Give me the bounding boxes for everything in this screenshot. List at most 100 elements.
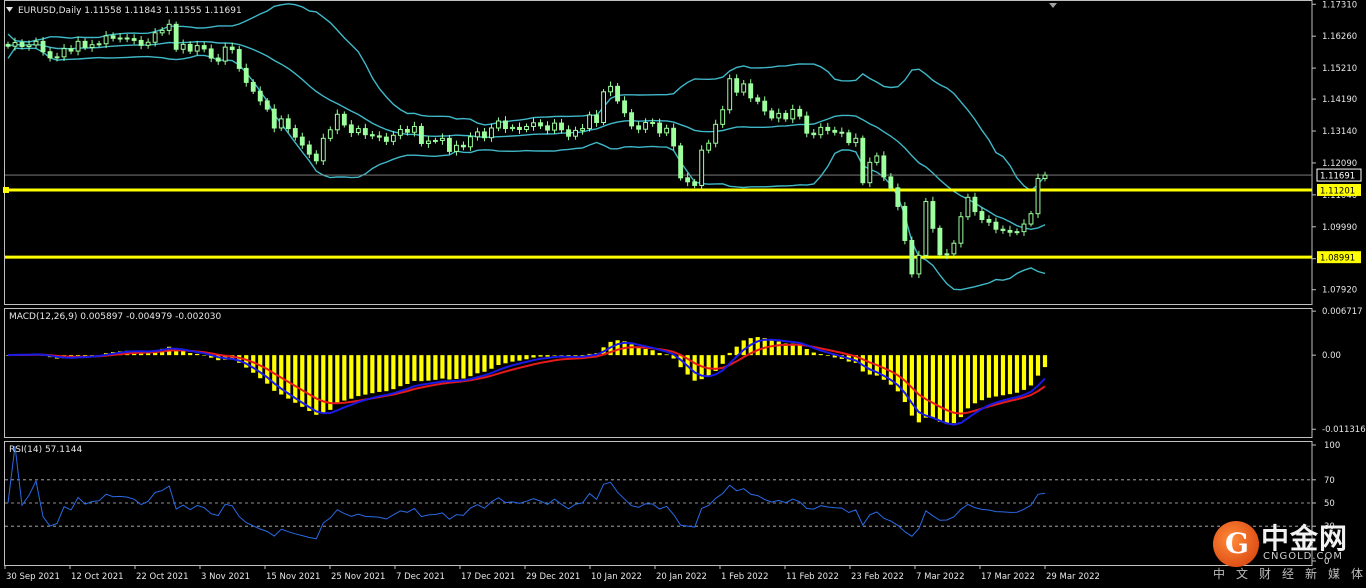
candle-body bbox=[860, 137, 866, 184]
candle bbox=[713, 119, 719, 148]
histogram-bar bbox=[202, 355, 207, 356]
candle bbox=[839, 127, 845, 138]
candle-body bbox=[1042, 174, 1048, 179]
histogram-bar bbox=[1028, 355, 1034, 386]
candle bbox=[306, 140, 312, 159]
candle-body bbox=[881, 155, 887, 178]
candle-body bbox=[825, 126, 831, 131]
bollinger-bands bbox=[7, 3, 1046, 291]
histogram-bar bbox=[356, 355, 361, 397]
candle-body bbox=[110, 35, 116, 39]
histogram-bar bbox=[1042, 355, 1048, 368]
candle-body bbox=[496, 120, 501, 129]
candle bbox=[243, 63, 249, 87]
candle-body bbox=[461, 144, 466, 148]
candle bbox=[75, 36, 81, 56]
candle-body bbox=[454, 144, 459, 152]
candle bbox=[446, 134, 452, 155]
candle-body bbox=[19, 42, 25, 48]
histogram-bar bbox=[475, 355, 480, 374]
candle bbox=[734, 74, 740, 97]
histogram-bar bbox=[328, 355, 333, 410]
candle-body bbox=[895, 187, 901, 207]
histogram-bar bbox=[531, 355, 536, 358]
candle-body bbox=[327, 129, 333, 139]
candle bbox=[320, 133, 326, 165]
candle bbox=[664, 124, 670, 137]
candle-body bbox=[355, 128, 361, 134]
histogram-bar bbox=[545, 355, 550, 357]
candle bbox=[327, 126, 333, 142]
price-tick-label: 1.15210 bbox=[1322, 64, 1357, 74]
candle bbox=[769, 108, 775, 121]
histogram-bar bbox=[867, 355, 872, 375]
histogram-bar bbox=[195, 353, 200, 356]
candle-body bbox=[671, 127, 677, 147]
histogram-bar bbox=[524, 355, 529, 360]
histogram-bar bbox=[454, 355, 459, 379]
candle-body bbox=[348, 124, 354, 134]
candle-body bbox=[243, 67, 249, 83]
candle bbox=[292, 124, 298, 141]
candle-body bbox=[117, 37, 123, 40]
candle-body bbox=[131, 38, 137, 41]
candle-body bbox=[573, 129, 578, 137]
date-tick-label: 3 Nov 2021 bbox=[201, 572, 250, 582]
histogram-bar bbox=[517, 355, 522, 361]
candle-body bbox=[552, 122, 557, 131]
histogram-bar bbox=[321, 355, 326, 414]
candle bbox=[425, 136, 431, 148]
rsi-tick-label: 100 bbox=[1324, 441, 1340, 451]
candle-body bbox=[26, 44, 32, 48]
candle-body bbox=[727, 78, 733, 111]
candle-body bbox=[972, 196, 978, 213]
date-axis: 30 Sep 2021 12 Oct 2021 22 Oct 2021 3 Nov 2… bbox=[4, 565, 1100, 582]
candle-body bbox=[846, 132, 852, 144]
candle bbox=[439, 133, 445, 145]
candle-body bbox=[285, 118, 291, 130]
candle-body bbox=[622, 100, 628, 114]
price-tick-label: 1.14190 bbox=[1322, 95, 1357, 105]
candle-body bbox=[439, 137, 445, 141]
candle-body bbox=[292, 128, 298, 138]
candle bbox=[1007, 225, 1013, 237]
candle bbox=[818, 123, 824, 139]
candle-body bbox=[734, 78, 740, 93]
candle-body bbox=[173, 23, 179, 50]
date-tick-label: 17 Mar 2022 bbox=[981, 572, 1035, 582]
histogram-bar bbox=[993, 355, 999, 397]
symbol-dropdown-icon[interactable] bbox=[6, 7, 13, 12]
level-tag-label: 1.11201 bbox=[1320, 186, 1355, 196]
histogram-bar bbox=[307, 355, 312, 412]
candle bbox=[902, 202, 908, 245]
histogram-bar bbox=[489, 355, 494, 369]
candle bbox=[285, 114, 291, 133]
price-tick-label: 1.07920 bbox=[1322, 286, 1357, 296]
date-tick-label: 25 Nov 2021 bbox=[331, 572, 385, 582]
candle-body bbox=[446, 137, 452, 152]
candle-body bbox=[1028, 213, 1034, 225]
candle bbox=[965, 193, 971, 220]
candle bbox=[811, 129, 817, 139]
scroll-marker-icon[interactable] bbox=[1049, 3, 1057, 8]
histogram-bar bbox=[412, 355, 417, 381]
candle bbox=[68, 45, 74, 55]
histogram-bar bbox=[293, 355, 298, 403]
candle-body bbox=[783, 112, 789, 120]
candle-body bbox=[937, 227, 943, 256]
candle bbox=[720, 105, 726, 128]
candle bbox=[1021, 219, 1027, 237]
histogram-bar bbox=[797, 344, 802, 356]
candle-body bbox=[138, 39, 144, 46]
watermark-tagline: 中文财经新媒体 bbox=[1213, 567, 1366, 581]
candle-body bbox=[404, 129, 410, 133]
candle-body bbox=[909, 239, 915, 275]
histogram-bar bbox=[727, 352, 732, 356]
candle-body bbox=[1000, 228, 1006, 231]
candle bbox=[762, 96, 768, 116]
candle-body bbox=[657, 122, 663, 134]
candle-body bbox=[769, 110, 775, 119]
bollinger-middle bbox=[7, 41, 1046, 231]
candle bbox=[117, 33, 123, 43]
candle bbox=[1014, 228, 1020, 236]
